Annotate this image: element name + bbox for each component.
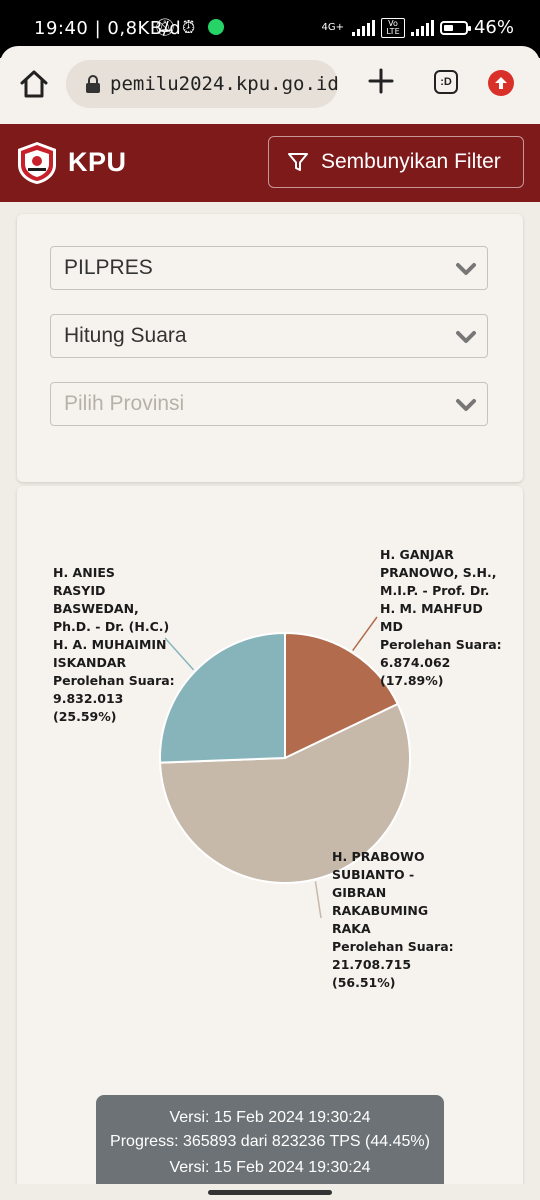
address-bar[interactable]: pemilu2024.kpu.go.id/p xyxy=(66,60,338,108)
slice-label-anies: H. ANIES RASYID BASWEDAN, Ph.D. - Dr. (H… xyxy=(53,565,175,724)
slice-label-prabowo: H. PRABOWO SUBIANTO - GIBRAN RAKABUMING … xyxy=(332,849,454,990)
url-text: pemilu2024.kpu.go.id/p xyxy=(110,73,338,95)
hide-filter-button[interactable]: Sembunyikan Filter xyxy=(268,136,524,188)
home-icon[interactable] xyxy=(18,68,50,100)
slice-label-ganjar: H. GANJAR PRANOWO, S.H., M.I.P. - Prof. … xyxy=(380,547,502,688)
volte-badge: Vo LTE xyxy=(380,17,405,38)
filter-icon xyxy=(288,153,308,171)
status-right: 4G+ Vo LTE 46% xyxy=(319,17,514,38)
mode-select[interactable]: Hitung Suara xyxy=(50,314,488,358)
leader-line-prabowo xyxy=(314,881,322,919)
toast-version-line-2: Versi: 15 Feb 2024 19:30:24 xyxy=(169,1159,371,1176)
signal-icon xyxy=(351,19,375,36)
hide-filter-label: Sembunyikan Filter xyxy=(321,150,501,173)
browser-toolbar: pemilu2024.kpu.go.id/p :D xyxy=(0,46,540,124)
whatsapp-icon xyxy=(208,19,224,35)
alarm-icon: ⏰︎ xyxy=(182,18,196,38)
signal-icon-2 xyxy=(410,19,434,36)
mute-icon: 🔕︎ xyxy=(154,18,176,38)
site-header: KPU Sembunyikan Filter xyxy=(0,124,540,202)
site-title[interactable]: KPU xyxy=(68,147,127,178)
toast-version-line: Versi: 15 Feb 2024 19:30:24 xyxy=(169,1109,371,1126)
leader-line-ganjar xyxy=(352,616,378,651)
gesture-handle[interactable] xyxy=(208,1190,332,1195)
kpu-logo[interactable] xyxy=(16,141,58,185)
election-select[interactable]: PILPRES xyxy=(50,246,488,290)
mode-select-value: Hitung Suara xyxy=(64,324,187,347)
chevron-down-icon xyxy=(456,331,476,343)
battery-icon xyxy=(439,20,471,35)
filter-panel: PILPRES Hitung Suara Pilih Provinsi xyxy=(17,214,523,482)
tab-switcher-button[interactable]: :D xyxy=(434,70,458,94)
new-tab-icon[interactable] xyxy=(366,66,396,96)
election-select-value: PILPRES xyxy=(64,256,153,279)
toast-progress-line: Progress: 365893 dari 823236 TPS (44.45%… xyxy=(110,1133,430,1150)
province-select[interactable]: Pilih Provinsi xyxy=(50,382,488,426)
chevron-down-icon xyxy=(456,263,476,275)
vote-chart-card: H. ANIES RASYID BASWEDAN, Ph.D. - Dr. (H… xyxy=(17,486,523,1200)
network-type-badge: 4G+ xyxy=(321,22,344,33)
chevron-down-icon xyxy=(456,399,476,411)
province-select-placeholder: Pilih Provinsi xyxy=(64,392,185,415)
lock-icon xyxy=(86,75,100,93)
battery-level: 46% xyxy=(473,17,514,38)
update-icon[interactable] xyxy=(488,70,514,96)
